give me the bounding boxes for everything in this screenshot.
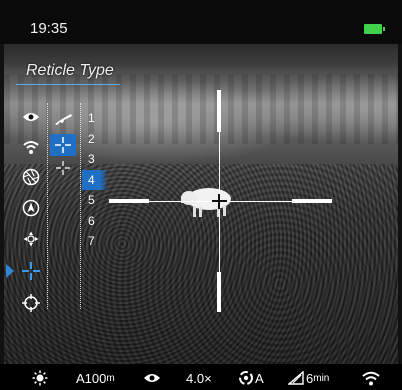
battery-full-icon	[364, 24, 385, 34]
reticle-thumb-rifle[interactable]	[50, 108, 76, 130]
aperture-icon[interactable]	[20, 166, 42, 188]
device-screen: 19:35 Reticle Type 1 2 3 4 5 6 7 A100 m …	[0, 0, 402, 390]
wifi-icon[interactable]	[20, 136, 42, 158]
active-menu-pointer	[6, 264, 14, 278]
reticle-option-3[interactable]: 3	[82, 149, 108, 169]
eye-icon[interactable]	[143, 370, 161, 386]
range-unit: m	[106, 372, 115, 384]
reticle-right-post	[292, 199, 332, 203]
reticle-center-horizontal	[212, 200, 227, 202]
reticle-option-6[interactable]: 6	[82, 211, 108, 231]
reticle-thumb-cross-small[interactable]	[50, 157, 76, 179]
reticle-option-2[interactable]: 2	[82, 129, 108, 149]
compass-icon[interactable]	[20, 197, 42, 219]
sun-icon[interactable]	[32, 370, 48, 386]
status-bar: 19:35	[0, 0, 402, 44]
eye-icon[interactable]	[20, 106, 42, 128]
reticle-icon[interactable]	[20, 260, 42, 282]
auto-calibration-icon[interactable]	[238, 370, 254, 386]
reticle-option-4[interactable]: 4	[82, 170, 108, 190]
clock: 19:35	[30, 20, 68, 37]
crosshair-target-icon[interactable]	[20, 292, 42, 314]
zoom-readout: 4.0×	[186, 370, 212, 386]
bottom-status-bar: A100 m 4.0× A 6 min	[0, 364, 402, 390]
range-value: A100	[76, 370, 107, 386]
joystick-icon[interactable]	[20, 228, 42, 250]
menu-title-underline	[16, 84, 120, 85]
range-readout: A100 m	[76, 370, 115, 386]
timer-value: 6	[306, 370, 314, 386]
left-divider	[47, 103, 48, 309]
calibration-mode: A	[255, 370, 264, 386]
wifi-icon[interactable]	[362, 370, 380, 386]
reticle-option-7[interactable]: 7	[82, 231, 108, 251]
menu-title: Reticle Type	[26, 62, 114, 79]
reticle-left-post	[109, 199, 149, 203]
reticle-top-post	[217, 90, 221, 132]
reticle-bottom-post	[217, 272, 221, 312]
reticle-option-5[interactable]: 5	[82, 190, 108, 210]
timer-unit: min	[313, 372, 330, 384]
timer-readout: 6 min	[306, 370, 329, 386]
reticle-thumb-cross[interactable]	[50, 134, 76, 156]
timer-icon[interactable]	[288, 370, 304, 386]
reticle-option-1[interactable]: 1	[82, 108, 108, 128]
type-divider	[80, 103, 81, 309]
